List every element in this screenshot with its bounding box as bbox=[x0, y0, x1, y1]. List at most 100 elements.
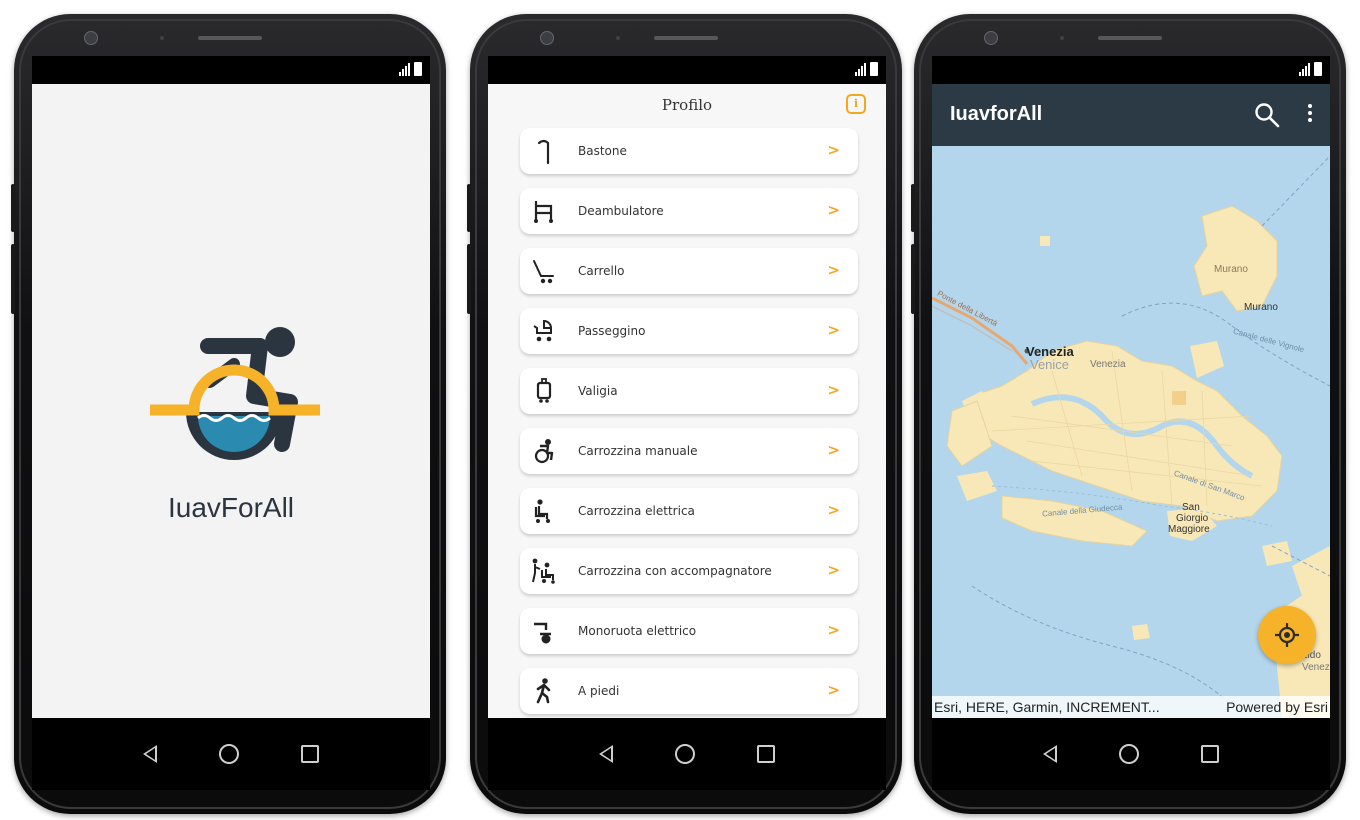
profile-item-a-piedi[interactable]: A piedi > bbox=[520, 668, 858, 714]
map-label-murano: Murano bbox=[1244, 302, 1278, 313]
list-item-label: Carrozzina con accompagnatore bbox=[578, 564, 772, 578]
earpiece bbox=[198, 36, 262, 40]
cart-icon bbox=[530, 257, 558, 285]
chevron-right-icon: > bbox=[827, 501, 840, 519]
screen: IuavForAll bbox=[32, 56, 430, 790]
battery-icon bbox=[1314, 62, 1322, 76]
profile-screen: Profilo i Bastone > Deambulatore > Carre… bbox=[488, 84, 886, 718]
map-label-venezia-small: Venezia bbox=[1090, 359, 1126, 370]
electric-wheelchair-icon bbox=[530, 497, 558, 525]
app-name: IuavForAll bbox=[167, 492, 295, 523]
volume-button bbox=[911, 184, 915, 232]
map-label-san: San bbox=[1182, 502, 1200, 513]
map-view[interactable]: Venezia Venice Venezia Murano Murano San… bbox=[932, 146, 1330, 718]
back-icon[interactable] bbox=[599, 745, 613, 763]
home-icon[interactable] bbox=[1119, 744, 1139, 764]
profile-item-carrozzina-accompagnatore[interactable]: Carrozzina con accompagnatore > bbox=[520, 548, 858, 594]
status-bar bbox=[932, 56, 1330, 84]
chevron-right-icon: > bbox=[827, 261, 840, 279]
stroller-icon bbox=[530, 317, 558, 345]
map-label-murano: Murano bbox=[1214, 264, 1248, 275]
list-item-label: Carrozzina manuale bbox=[578, 444, 698, 458]
volume-button bbox=[467, 244, 471, 314]
attribution-text[interactable]: Esri, HERE, Garmin, INCREMENT... bbox=[934, 699, 1160, 715]
battery-icon bbox=[414, 62, 422, 76]
list-item-label: Passeggino bbox=[578, 324, 646, 338]
cane-icon bbox=[530, 137, 558, 165]
front-camera bbox=[540, 31, 554, 45]
locate-me-button[interactable] bbox=[1258, 606, 1316, 664]
profile-item-monoruota[interactable]: Monoruota elettrico > bbox=[520, 608, 858, 654]
phone-map: IuavforAll Venezia Venice Venezia Murano… bbox=[911, 14, 1346, 814]
signal-icon bbox=[1299, 62, 1310, 76]
home-icon[interactable] bbox=[675, 744, 695, 764]
app-logo bbox=[150, 327, 320, 460]
app-title: IuavforAll bbox=[950, 103, 1043, 125]
splash-screen: IuavForAll bbox=[32, 84, 430, 718]
electric-unicycle-icon bbox=[530, 617, 558, 645]
nav-bar bbox=[32, 718, 430, 790]
sensor bbox=[616, 36, 620, 40]
list-item-label: Valigia bbox=[578, 384, 618, 398]
profile-item-passeggino[interactable]: Passeggino > bbox=[520, 308, 858, 354]
map-label-venez: Venez bbox=[1302, 662, 1330, 673]
sensor bbox=[1060, 36, 1064, 40]
chevron-right-icon: > bbox=[827, 621, 840, 639]
map-screen: IuavforAll Venezia Venice Venezia Murano… bbox=[932, 84, 1330, 718]
map-label-venice: Venice bbox=[1030, 357, 1070, 372]
back-icon[interactable] bbox=[143, 745, 157, 763]
earpiece bbox=[1098, 36, 1162, 40]
profile-item-carrozzina-elettrica[interactable]: Carrozzina elettrica > bbox=[520, 488, 858, 534]
chevron-right-icon: > bbox=[827, 321, 840, 339]
status-bar bbox=[488, 56, 886, 84]
crosshair-icon bbox=[1275, 623, 1299, 647]
page-title: Profilo bbox=[661, 96, 713, 114]
profile-item-bastone[interactable]: Bastone > bbox=[520, 128, 858, 174]
chevron-right-icon: > bbox=[827, 141, 840, 159]
info-button[interactable]: i bbox=[846, 94, 866, 114]
recents-icon[interactable] bbox=[1201, 745, 1219, 763]
earpiece bbox=[654, 36, 718, 40]
profile-item-carrello[interactable]: Carrello > bbox=[520, 248, 858, 294]
home-icon[interactable] bbox=[219, 744, 239, 764]
screen: IuavforAll Venezia Venice Venezia Murano… bbox=[932, 56, 1330, 790]
profile-list: Bastone > Deambulatore > Carrello > Pass… bbox=[520, 128, 858, 718]
suitcase-icon bbox=[530, 377, 558, 405]
list-item-label: Deambulatore bbox=[578, 204, 664, 218]
chevron-right-icon: > bbox=[827, 561, 840, 579]
manual-wheelchair-icon bbox=[530, 437, 558, 465]
volume-button bbox=[11, 244, 15, 314]
chevron-right-icon: > bbox=[827, 201, 840, 219]
phone-profile: Profilo i Bastone > Deambulatore > Carre… bbox=[467, 14, 902, 814]
status-bar bbox=[32, 56, 430, 84]
recents-icon[interactable] bbox=[301, 745, 319, 763]
chevron-right-icon: > bbox=[827, 681, 840, 699]
nav-bar bbox=[488, 718, 886, 790]
front-camera bbox=[984, 31, 998, 45]
battery-icon bbox=[870, 62, 878, 76]
list-item-label: Carrello bbox=[578, 264, 625, 278]
profile-item-valigia[interactable]: Valigia > bbox=[520, 368, 858, 414]
signal-icon bbox=[855, 62, 866, 76]
more-options-icon[interactable] bbox=[1308, 104, 1312, 125]
map-attribution: Esri, HERE, Garmin, INCREMENT... Powered… bbox=[932, 696, 1330, 718]
list-item-label: Bastone bbox=[578, 144, 627, 158]
map-label-giorgio: Giorgio bbox=[1176, 513, 1209, 524]
pedestrian-icon bbox=[530, 677, 558, 705]
profile-header: Profilo i bbox=[488, 84, 886, 122]
list-item-label: Monoruota elettrico bbox=[578, 624, 697, 638]
profile-item-deambulatore[interactable]: Deambulatore > bbox=[520, 188, 858, 234]
signal-icon bbox=[399, 62, 410, 76]
recents-icon[interactable] bbox=[757, 745, 775, 763]
search-icon[interactable] bbox=[1254, 102, 1280, 128]
front-camera bbox=[84, 31, 98, 45]
chevron-right-icon: > bbox=[827, 381, 840, 399]
back-icon[interactable] bbox=[1043, 745, 1057, 763]
phone-splash: IuavForAll bbox=[11, 14, 446, 814]
screen: Profilo i Bastone > Deambulatore > Carre… bbox=[488, 56, 886, 790]
powered-by-text[interactable]: Powered by Esri bbox=[1226, 699, 1328, 715]
walker-icon bbox=[530, 197, 558, 225]
sensor bbox=[160, 36, 164, 40]
profile-item-carrozzina-manuale[interactable]: Carrozzina manuale > bbox=[520, 428, 858, 474]
map-label-maggiore: Maggiore bbox=[1168, 524, 1210, 535]
